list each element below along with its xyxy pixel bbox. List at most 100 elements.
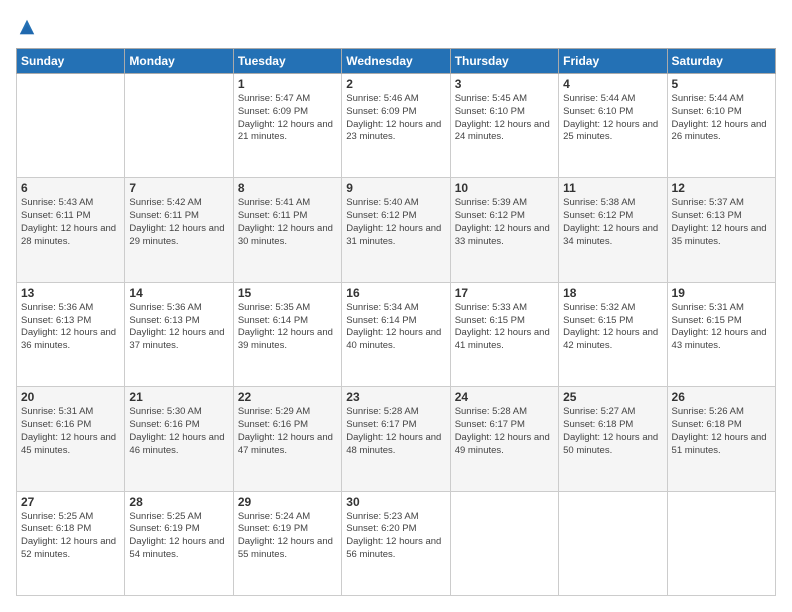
calendar-week-row: 13 Sunrise: 5:36 AMSunset: 6:13 PMDayligh… (17, 282, 776, 386)
day-detail: Sunrise: 5:40 AMSunset: 6:12 PMDaylight:… (346, 197, 445, 248)
calendar-cell: 19 Sunrise: 5:31 AMSunset: 6:15 PMDayligh… (667, 282, 775, 386)
calendar-cell (125, 74, 233, 178)
calendar-week-row: 27 Sunrise: 5:25 AMSunset: 6:18 PMDayligh… (17, 491, 776, 595)
calendar-header-row: SundayMondayTuesdayWednesdayThursdayFrid… (17, 49, 776, 74)
day-number: 23 (346, 390, 445, 404)
calendar-cell (559, 491, 667, 595)
calendar-cell: 15 Sunrise: 5:35 AMSunset: 6:14 PMDayligh… (233, 282, 341, 386)
day-number: 8 (238, 181, 337, 195)
day-number: 19 (672, 286, 771, 300)
day-number: 14 (129, 286, 228, 300)
day-number: 13 (21, 286, 120, 300)
day-detail: Sunrise: 5:30 AMSunset: 6:16 PMDaylight:… (129, 406, 228, 457)
calendar-cell: 4 Sunrise: 5:44 AMSunset: 6:10 PMDaylight… (559, 74, 667, 178)
col-header-monday: Monday (125, 49, 233, 74)
calendar-table: SundayMondayTuesdayWednesdayThursdayFrid… (16, 48, 776, 596)
day-number: 15 (238, 286, 337, 300)
day-number: 7 (129, 181, 228, 195)
day-number: 21 (129, 390, 228, 404)
day-detail: Sunrise: 5:42 AMSunset: 6:11 PMDaylight:… (129, 197, 228, 248)
calendar-cell: 30 Sunrise: 5:23 AMSunset: 6:20 PMDayligh… (342, 491, 450, 595)
col-header-tuesday: Tuesday (233, 49, 341, 74)
calendar-cell: 26 Sunrise: 5:26 AMSunset: 6:18 PMDayligh… (667, 387, 775, 491)
day-detail: Sunrise: 5:41 AMSunset: 6:11 PMDaylight:… (238, 197, 337, 248)
calendar-cell (17, 74, 125, 178)
day-detail: Sunrise: 5:36 AMSunset: 6:13 PMDaylight:… (21, 302, 120, 353)
col-header-saturday: Saturday (667, 49, 775, 74)
logo-icon (18, 16, 36, 38)
calendar-cell: 18Sunrise: 5:32 AMSunset: 6:15 PMDayligh… (559, 282, 667, 386)
calendar-cell: 6 Sunrise: 5:43 AMSunset: 6:11 PMDaylight… (17, 178, 125, 282)
calendar-week-row: 6 Sunrise: 5:43 AMSunset: 6:11 PMDaylight… (17, 178, 776, 282)
day-detail: Sunrise: 5:28 AMSunset: 6:17 PMDaylight:… (455, 406, 554, 457)
day-detail: Sunrise: 5:47 AMSunset: 6:09 PMDaylight:… (238, 93, 337, 144)
day-detail: Sunrise: 5:36 AMSunset: 6:13 PMDaylight:… (129, 302, 228, 353)
calendar-cell: 24 Sunrise: 5:28 AMSunset: 6:17 PMDayligh… (450, 387, 558, 491)
day-detail: Sunrise: 5:44 AMSunset: 6:10 PMDaylight:… (563, 93, 662, 144)
calendar-cell: 28 Sunrise: 5:25 AMSunset: 6:19 PMDayligh… (125, 491, 233, 595)
calendar-week-row: 1 Sunrise: 5:47 AMSunset: 6:09 PMDaylight… (17, 74, 776, 178)
calendar-cell: 5Sunrise: 5:44 AMSunset: 6:10 PMDaylight… (667, 74, 775, 178)
calendar-cell: 12Sunrise: 5:37 AMSunset: 6:13 PMDayligh… (667, 178, 775, 282)
calendar-cell: 29 Sunrise: 5:24 AMSunset: 6:19 PMDayligh… (233, 491, 341, 595)
page: SundayMondayTuesdayWednesdayThursdayFrid… (0, 0, 792, 612)
day-detail: Sunrise: 5:24 AMSunset: 6:19 PMDaylight:… (238, 511, 337, 562)
calendar-cell: 9 Sunrise: 5:40 AMSunset: 6:12 PMDaylight… (342, 178, 450, 282)
day-number: 20 (21, 390, 120, 404)
day-number: 2 (346, 77, 445, 91)
calendar-cell: 27 Sunrise: 5:25 AMSunset: 6:18 PMDayligh… (17, 491, 125, 595)
day-detail: Sunrise: 5:34 AMSunset: 6:14 PMDaylight:… (346, 302, 445, 353)
calendar-cell: 22 Sunrise: 5:29 AMSunset: 6:16 PMDayligh… (233, 387, 341, 491)
day-detail: Sunrise: 5:46 AMSunset: 6:09 PMDaylight:… (346, 93, 445, 144)
day-detail: Sunrise: 5:39 AMSunset: 6:12 PMDaylight:… (455, 197, 554, 248)
calendar-cell: 3 Sunrise: 5:45 AMSunset: 6:10 PMDaylight… (450, 74, 558, 178)
logo (16, 16, 36, 38)
day-number: 25 (563, 390, 662, 404)
day-number: 12 (672, 181, 771, 195)
calendar-cell: 11Sunrise: 5:38 AMSunset: 6:12 PMDayligh… (559, 178, 667, 282)
day-number: 4 (563, 77, 662, 91)
calendar-cell: 16 Sunrise: 5:34 AMSunset: 6:14 PMDayligh… (342, 282, 450, 386)
calendar-cell: 21 Sunrise: 5:30 AMSunset: 6:16 PMDayligh… (125, 387, 233, 491)
day-detail: Sunrise: 5:26 AMSunset: 6:18 PMDaylight:… (672, 406, 771, 457)
calendar-cell: 13 Sunrise: 5:36 AMSunset: 6:13 PMDayligh… (17, 282, 125, 386)
day-number: 22 (238, 390, 337, 404)
calendar-cell: 14 Sunrise: 5:36 AMSunset: 6:13 PMDayligh… (125, 282, 233, 386)
calendar-cell: 25 Sunrise: 5:27 AMSunset: 6:18 PMDayligh… (559, 387, 667, 491)
day-number: 28 (129, 495, 228, 509)
day-number: 27 (21, 495, 120, 509)
calendar-cell: 2 Sunrise: 5:46 AMSunset: 6:09 PMDaylight… (342, 74, 450, 178)
day-number: 18 (563, 286, 662, 300)
day-number: 10 (455, 181, 554, 195)
day-detail: Sunrise: 5:38 AMSunset: 6:12 PMDaylight:… (563, 197, 662, 248)
day-detail: Sunrise: 5:31 AMSunset: 6:15 PMDaylight:… (672, 302, 771, 353)
day-detail: Sunrise: 5:31 AMSunset: 6:16 PMDaylight:… (21, 406, 120, 457)
day-number: 3 (455, 77, 554, 91)
day-number: 16 (346, 286, 445, 300)
day-number: 26 (672, 390, 771, 404)
header (16, 16, 776, 38)
day-number: 24 (455, 390, 554, 404)
day-number: 6 (21, 181, 120, 195)
day-number: 17 (455, 286, 554, 300)
day-detail: Sunrise: 5:23 AMSunset: 6:20 PMDaylight:… (346, 511, 445, 562)
col-header-friday: Friday (559, 49, 667, 74)
col-header-sunday: Sunday (17, 49, 125, 74)
day-number: 29 (238, 495, 337, 509)
day-detail: Sunrise: 5:25 AMSunset: 6:18 PMDaylight:… (21, 511, 120, 562)
day-detail: Sunrise: 5:25 AMSunset: 6:19 PMDaylight:… (129, 511, 228, 562)
calendar-cell: 1 Sunrise: 5:47 AMSunset: 6:09 PMDaylight… (233, 74, 341, 178)
day-number: 1 (238, 77, 337, 91)
calendar-cell: 20 Sunrise: 5:31 AMSunset: 6:16 PMDayligh… (17, 387, 125, 491)
day-number: 30 (346, 495, 445, 509)
day-detail: Sunrise: 5:27 AMSunset: 6:18 PMDaylight:… (563, 406, 662, 457)
day-detail: Sunrise: 5:29 AMSunset: 6:16 PMDaylight:… (238, 406, 337, 457)
day-detail: Sunrise: 5:45 AMSunset: 6:10 PMDaylight:… (455, 93, 554, 144)
day-detail: Sunrise: 5:43 AMSunset: 6:11 PMDaylight:… (21, 197, 120, 248)
calendar-cell: 7 Sunrise: 5:42 AMSunset: 6:11 PMDaylight… (125, 178, 233, 282)
calendar-cell: 10 Sunrise: 5:39 AMSunset: 6:12 PMDayligh… (450, 178, 558, 282)
calendar-cell (667, 491, 775, 595)
day-detail: Sunrise: 5:33 AMSunset: 6:15 PMDaylight:… (455, 302, 554, 353)
day-detail: Sunrise: 5:35 AMSunset: 6:14 PMDaylight:… (238, 302, 337, 353)
day-number: 9 (346, 181, 445, 195)
